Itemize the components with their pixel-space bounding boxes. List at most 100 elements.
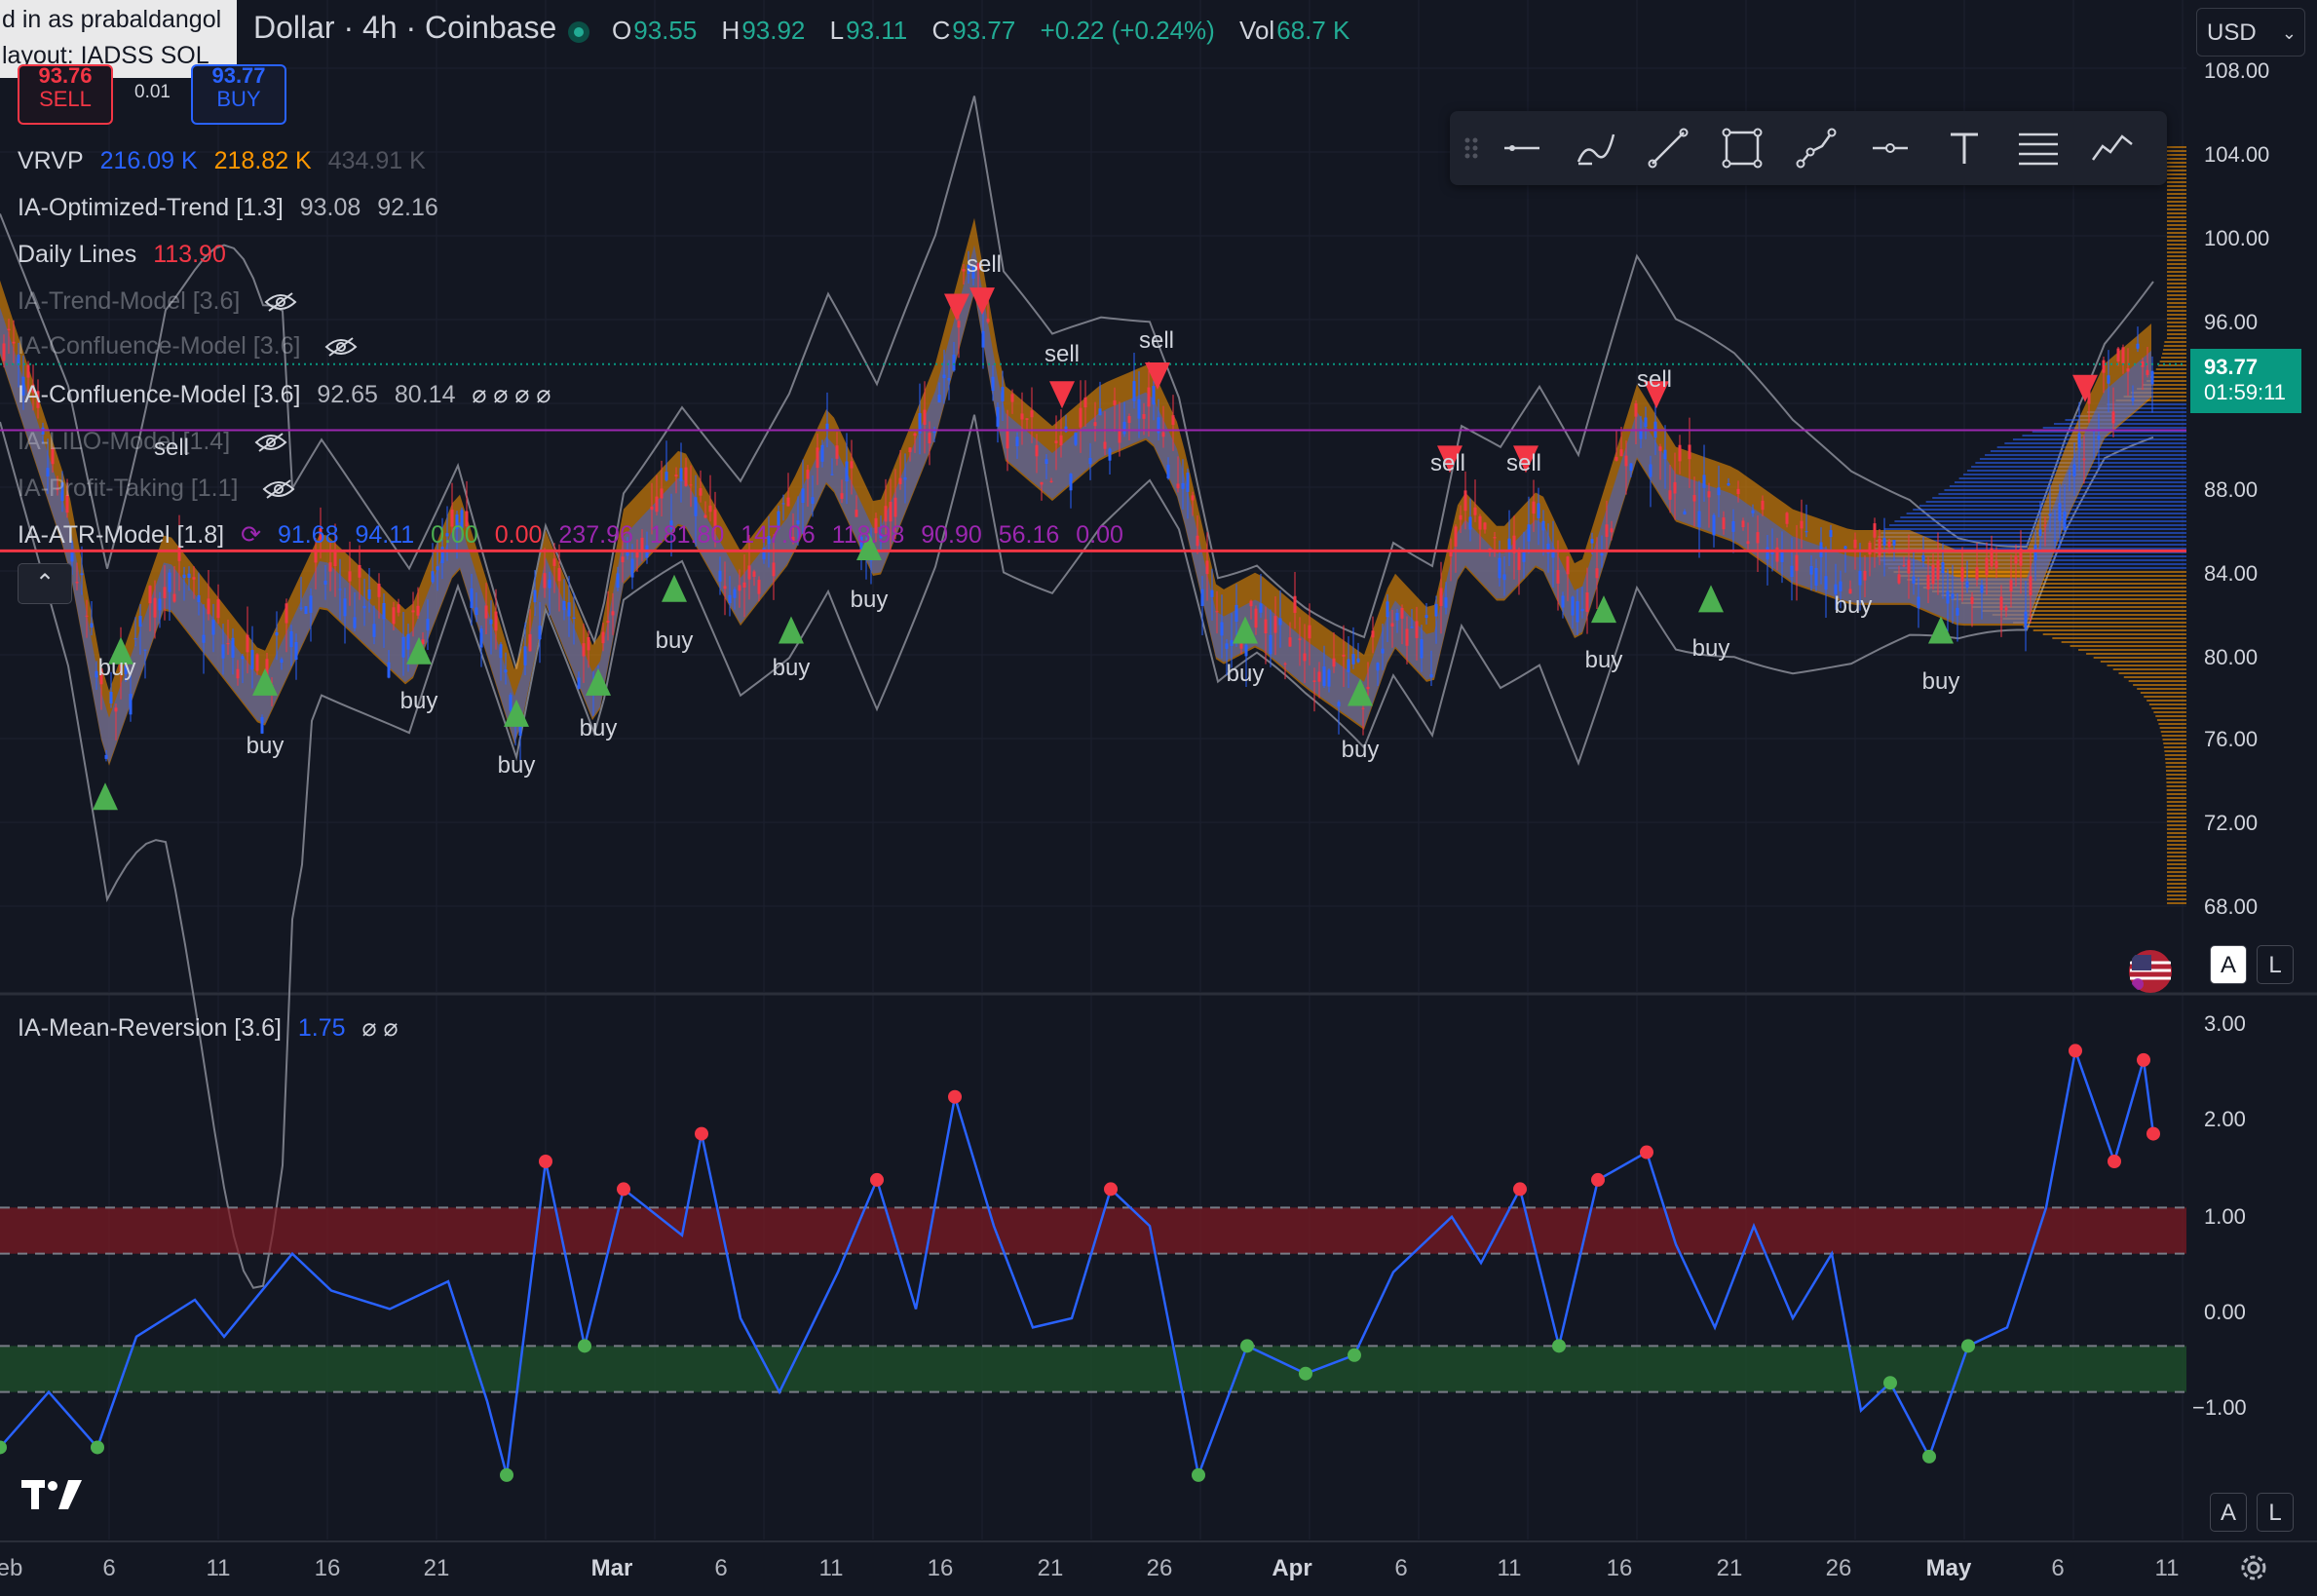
rectangle-icon[interactable] (1719, 125, 1766, 171)
candle (509, 694, 513, 711)
volume-profile-bar (2167, 259, 2186, 261)
candle (138, 615, 142, 627)
legend-daily-lines[interactable]: Daily Lines 113.90 (18, 240, 236, 269)
legend-mean-reversion[interactable]: IA-Mean-Reversion [3.6] 1.75 ⌀ ⌀ (18, 1013, 399, 1043)
symbol-title[interactable]: Dollar · 4h · Coinbase (253, 10, 556, 46)
candle (294, 642, 298, 661)
price-tick-label: 88.00 (2204, 477, 2259, 502)
sell-signal-label: sell (153, 435, 190, 461)
log-scale-button[interactable]: L (2257, 945, 2294, 984)
candle (757, 580, 761, 594)
vrvp-total-volume: 434.91 K (327, 147, 426, 174)
volume-profile-bar (2167, 251, 2186, 253)
volume-profile-bar (2167, 181, 2186, 183)
candle (1960, 567, 1964, 582)
candle (1502, 574, 1506, 581)
candle (7, 328, 11, 330)
candle (1493, 537, 1497, 539)
candle (850, 461, 854, 469)
candle (285, 603, 288, 624)
candle (1278, 618, 1282, 626)
settings-gear-icon[interactable] (2237, 1551, 2270, 1584)
horizontal-ray-icon[interactable] (1867, 125, 1914, 171)
candle (582, 643, 586, 657)
legend-atr[interactable]: IA-ATR-Model [1.8] ⟳ 91.68 94.11 0.00 0.… (18, 520, 1133, 550)
candle (1980, 585, 1984, 593)
legend-trend-model[interactable]: IA-Trend-Model [3.6] (18, 286, 297, 316)
candle (1025, 418, 1029, 420)
candle (226, 643, 230, 645)
candle (1386, 601, 1389, 618)
close-value: 93.77 (952, 16, 1016, 45)
candle (1176, 483, 1180, 489)
candle (1210, 589, 1214, 597)
volume-profile-bar (2061, 641, 2186, 643)
collapse-legend-button[interactable]: ⌃ (18, 563, 72, 604)
candle (333, 550, 337, 567)
candle (129, 694, 133, 715)
volume-profile-bar (2167, 201, 2186, 203)
drag-handle-icon[interactable] (1460, 125, 1483, 171)
candle (1673, 481, 1677, 494)
volume-profile-bar (2167, 314, 2186, 316)
time-tick-label: 6 (102, 1555, 116, 1581)
sell-signal-label: sell (1429, 450, 1466, 476)
hidden-eye-icon[interactable] (254, 432, 287, 453)
brush-icon[interactable] (1573, 125, 1619, 171)
volume-profile-bar (2164, 750, 2186, 752)
auto-scale-button[interactable]: A (2210, 945, 2247, 984)
hidden-eye-icon[interactable] (262, 478, 295, 500)
candle (1303, 653, 1307, 662)
buy-button[interactable]: 93.77 BUY (191, 64, 286, 125)
text-icon[interactable] (1941, 125, 1988, 171)
overbought-dot (1640, 1145, 1653, 1159)
hidden-eye-icon[interactable] (264, 291, 297, 313)
legend-profit-taking[interactable]: IA-Profit-Taking [1.1] (18, 474, 295, 503)
log-scale-button[interactable]: L (2257, 1493, 2294, 1532)
candle (1166, 464, 1170, 478)
oversold-dot (1240, 1339, 1254, 1353)
volume-profile-bar (2167, 244, 2186, 246)
candle (163, 587, 167, 598)
candle (1137, 399, 1141, 419)
forecast-icon[interactable] (2089, 125, 2136, 171)
volume-profile-bar (2167, 185, 2186, 187)
candle (2014, 555, 2018, 564)
candle (2131, 398, 2135, 401)
sell-button[interactable]: 93.76 SELL (18, 64, 113, 125)
fib-icon[interactable] (2015, 125, 2062, 171)
oscillator-tick-label: 2.00 (2204, 1107, 2246, 1131)
candle (1366, 687, 1370, 690)
candle (401, 636, 405, 658)
legend-confluence-hidden[interactable]: IA-Confluence-Model [3.6] (18, 331, 358, 361)
candle (567, 602, 571, 617)
candle (2043, 525, 2047, 527)
trend-line-icon[interactable] (1645, 125, 1691, 171)
auto-scale-button[interactable]: A (2210, 1493, 2247, 1532)
candle (1108, 448, 1112, 461)
legend-lilo[interactable]: IA-LILO-Model [1.4] (18, 427, 287, 456)
hidden-eye-icon[interactable] (324, 336, 358, 358)
horizontal-line-icon[interactable] (1499, 125, 1545, 171)
volume-profile-bar (2167, 154, 2186, 156)
legend-vrvp[interactable]: VRVP 216.09 K 218.82 K 434.91 K (18, 146, 436, 175)
candle (996, 406, 1000, 427)
candle (484, 605, 488, 619)
legend-confluence[interactable]: IA-Confluence-Model [3.6] 92.65 80.14 ⌀ … (18, 380, 560, 409)
candle (1225, 643, 1229, 649)
candle (2004, 607, 2008, 611)
candle (353, 617, 357, 628)
candle (255, 654, 259, 671)
volume-profile-bar (2167, 325, 2186, 327)
candle (747, 565, 751, 580)
candle (587, 637, 590, 651)
chart-canvas[interactable] (0, 0, 2317, 1596)
candle (1712, 514, 1716, 536)
volume-profile-bar (2159, 361, 2186, 362)
volume-profile-bar (2167, 263, 2186, 265)
path-icon[interactable] (1793, 125, 1840, 171)
candle (2082, 458, 2086, 461)
currency-select[interactable]: USD ⌄ (2196, 8, 2305, 57)
volume-profile-bar (2167, 158, 2186, 160)
legend-optimized-trend[interactable]: IA-Optimized-Trend [1.3] 93.08 92.16 (18, 193, 448, 222)
